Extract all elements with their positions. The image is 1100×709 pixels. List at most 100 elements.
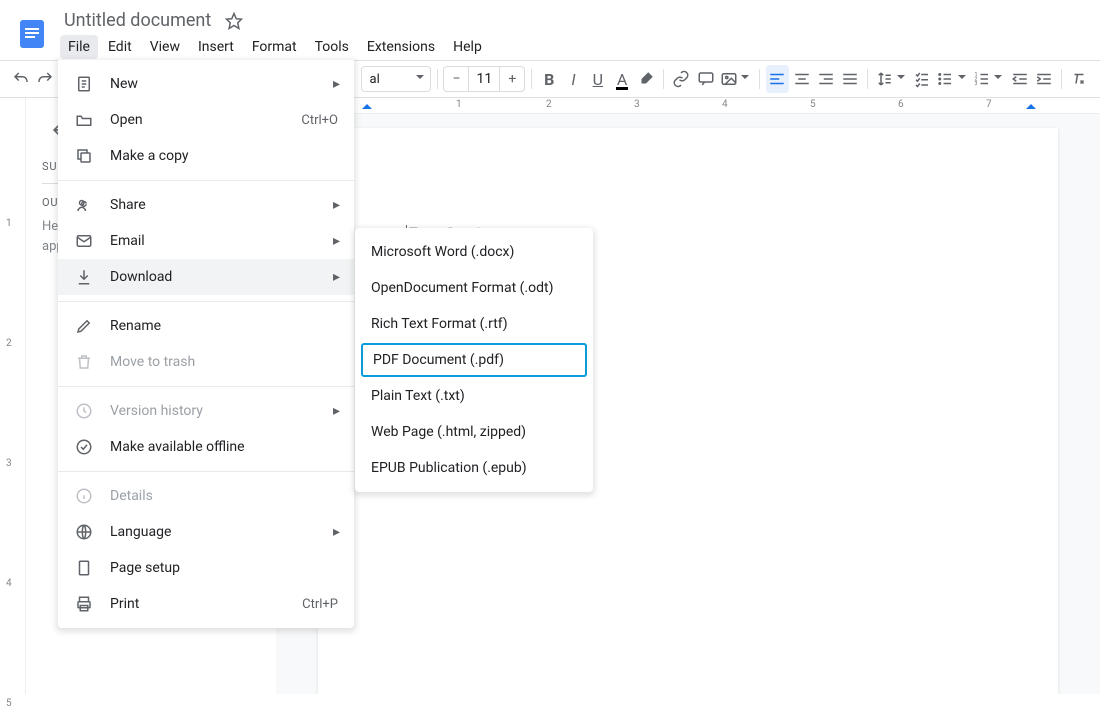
- menu-open[interactable]: Open Ctrl+O: [58, 102, 354, 138]
- download-epub[interactable]: EPUB Publication (.epub): [355, 450, 593, 486]
- menu-help[interactable]: Help: [445, 35, 490, 59]
- menu-email[interactable]: Email ▸: [58, 223, 354, 259]
- ruler-tick: 7: [986, 99, 992, 110]
- ruler-tick: 5: [6, 698, 12, 709]
- folder-icon: [74, 111, 94, 129]
- document-icon: [74, 75, 94, 93]
- font-size-increase[interactable]: +: [500, 71, 524, 87]
- highlight-button[interactable]: [635, 65, 657, 93]
- ruler-tick: 3: [634, 99, 640, 110]
- align-right-button[interactable]: [815, 65, 837, 93]
- ruler-tick: 5: [810, 99, 816, 110]
- font-size-stepper[interactable]: − 11 +: [443, 66, 525, 92]
- menu-label: New: [110, 76, 138, 92]
- decrease-indent-button[interactable]: [1008, 65, 1030, 93]
- menu-label: Version history: [110, 403, 203, 419]
- menu-format[interactable]: Format: [244, 35, 305, 59]
- menu-download[interactable]: Download ▸: [58, 259, 354, 295]
- menu-move-to-trash: Move to trash: [58, 344, 354, 380]
- menu-label: Open: [110, 112, 143, 128]
- submenu-arrow-icon: ▸: [333, 233, 340, 249]
- document-title[interactable]: Untitled document: [60, 8, 215, 33]
- menu-shortcut: Ctrl+O: [301, 113, 338, 128]
- menu-file[interactable]: File: [60, 35, 98, 59]
- ruler-tick: 2: [6, 338, 12, 349]
- info-icon: [74, 487, 94, 505]
- italic-button[interactable]: I: [562, 65, 584, 93]
- menubar: File Edit View Insert Format Tools Exten…: [60, 35, 490, 59]
- indent-left-marker[interactable]: [362, 99, 372, 109]
- numbered-list-button[interactable]: 123: [972, 65, 1007, 93]
- bold-button[interactable]: B: [538, 65, 560, 93]
- download-odt[interactable]: OpenDocument Format (.odt): [355, 270, 593, 306]
- menu-edit[interactable]: Edit: [100, 35, 140, 59]
- menu-insert[interactable]: Insert: [190, 35, 242, 59]
- star-icon[interactable]: [225, 12, 243, 30]
- menu-rename[interactable]: Rename: [58, 308, 354, 344]
- line-spacing-button[interactable]: [874, 65, 909, 93]
- menu-language[interactable]: Language ▸: [58, 514, 354, 550]
- menu-separator: [58, 180, 354, 181]
- increase-indent-button[interactable]: [1033, 65, 1055, 93]
- toolbar-separator: [663, 69, 664, 89]
- download-pdf[interactable]: PDF Document (.pdf): [361, 343, 587, 377]
- checklist-button[interactable]: [911, 65, 933, 93]
- undo-button[interactable]: [10, 65, 32, 93]
- menu-make-available-offline[interactable]: Make available offline: [58, 429, 354, 465]
- menu-label: Print: [110, 596, 139, 612]
- download-icon: [74, 268, 94, 286]
- download-submenu: Microsoft Word (.docx) OpenDocument Form…: [355, 228, 593, 492]
- insert-link-button[interactable]: [670, 65, 692, 93]
- header: Untitled document File Edit View Insert …: [0, 0, 1100, 60]
- menu-share[interactable]: Share ▸: [58, 187, 354, 223]
- menu-make-copy[interactable]: Make a copy: [58, 138, 354, 174]
- menu-page-setup[interactable]: Page setup: [58, 550, 354, 586]
- font-size-value[interactable]: 11: [468, 67, 500, 91]
- history-icon: [74, 402, 94, 420]
- underline-button[interactable]: U: [587, 65, 609, 93]
- menu-label: Share: [110, 197, 146, 213]
- submenu-arrow-icon: ▸: [333, 76, 340, 92]
- menu-label: Make a copy: [110, 148, 189, 164]
- docs-logo[interactable]: [12, 8, 52, 60]
- insert-image-button[interactable]: [719, 65, 754, 93]
- submenu-arrow-icon: ▸: [333, 524, 340, 540]
- font-size-decrease[interactable]: −: [444, 71, 468, 87]
- bulleted-list-button[interactable]: [935, 65, 970, 93]
- download-txt[interactable]: Plain Text (.txt): [355, 378, 593, 414]
- globe-icon: [74, 523, 94, 541]
- menu-tools[interactable]: Tools: [307, 35, 357, 59]
- menu-new[interactable]: New ▸: [58, 66, 354, 102]
- menu-label: Language: [110, 524, 171, 540]
- insert-comment-button[interactable]: [695, 65, 717, 93]
- align-justify-button[interactable]: [839, 65, 861, 93]
- text-color-button[interactable]: A: [611, 65, 633, 93]
- print-icon: [74, 595, 94, 613]
- align-left-button[interactable]: [766, 65, 788, 93]
- align-center-button[interactable]: [791, 65, 813, 93]
- clear-formatting-button[interactable]: [1068, 65, 1090, 93]
- copy-icon: [74, 147, 94, 165]
- file-menu-dropdown: New ▸ Open Ctrl+O Make a copy Share ▸ Em…: [58, 60, 354, 628]
- menu-view[interactable]: View: [142, 35, 188, 59]
- menu-separator: [58, 301, 354, 302]
- download-docx[interactable]: Microsoft Word (.docx): [355, 234, 593, 270]
- menu-print[interactable]: Print Ctrl+P: [58, 586, 354, 622]
- toolbar-separator: [437, 69, 438, 89]
- toolbar-separator: [531, 69, 532, 89]
- page-setup-icon: [74, 559, 94, 577]
- indent-right-marker[interactable]: [1026, 99, 1036, 109]
- toolbar-separator: [867, 69, 868, 89]
- download-rtf[interactable]: Rich Text Format (.rtf): [355, 306, 593, 342]
- ruler-tick: 4: [722, 99, 728, 110]
- download-html[interactable]: Web Page (.html, zipped): [355, 414, 593, 450]
- offline-icon: [74, 438, 94, 456]
- toolbar-separator: [1061, 69, 1062, 89]
- trash-icon: [74, 353, 94, 371]
- vertical-ruler: 1 2 3 4 5: [0, 98, 26, 694]
- menu-label: Make available offline: [110, 439, 245, 455]
- menu-extensions[interactable]: Extensions: [359, 35, 443, 59]
- redo-button[interactable]: [34, 65, 56, 93]
- font-family-select[interactable]: al: [361, 66, 431, 92]
- ruler-tick: 6: [898, 99, 904, 110]
